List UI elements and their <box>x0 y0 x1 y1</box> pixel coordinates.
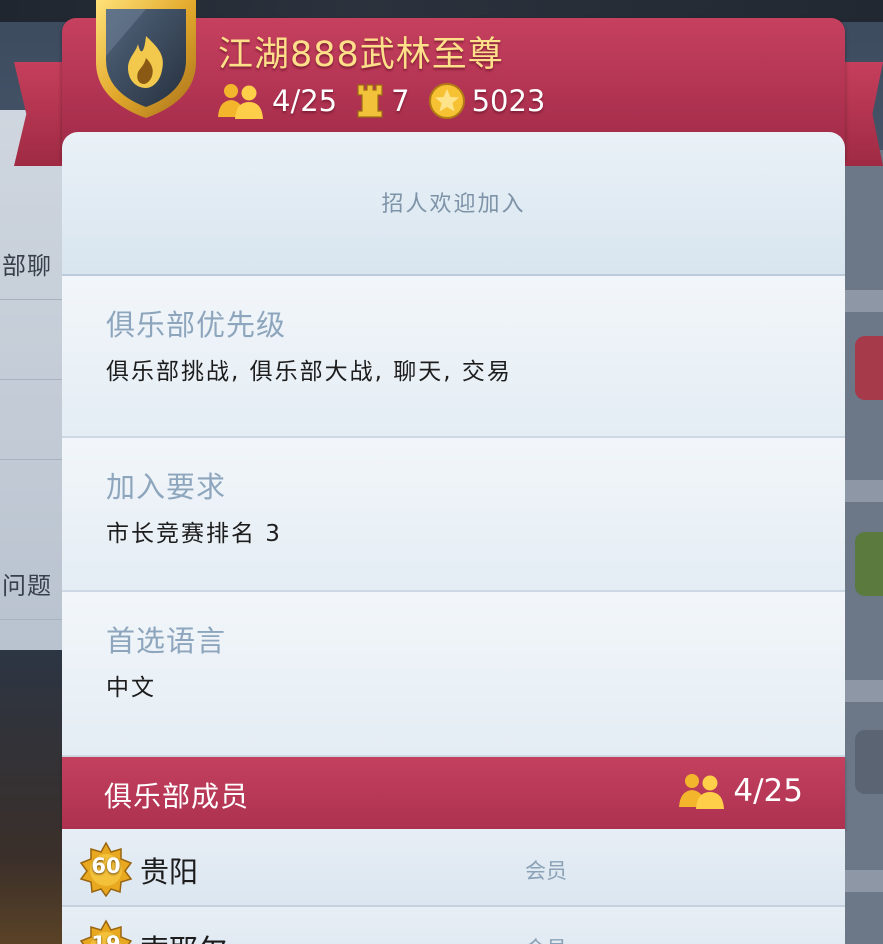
member-name: 贵阳 <box>140 855 199 889</box>
background-right-strip <box>843 290 883 312</box>
club-name: 江湖888武林至尊 <box>218 35 504 75</box>
member-level: 19 <box>91 932 121 944</box>
priority-value: 俱乐部挑战, 俱乐部大战, 聊天, 交易 <box>106 359 512 385</box>
background-left-label-chat: 部聊 <box>0 220 70 300</box>
background-left-scene <box>0 650 70 944</box>
background-left-panel: 部聊 问题 <box>0 110 70 650</box>
member-role: 会员 <box>525 859 567 883</box>
club-info-dialog: 江湖888武林至尊 4/25 7 5023 招人欢迎加入 俱乐部优先级 俱乐部挑… <box>62 0 845 944</box>
member-name: 索耶尔 <box>140 927 227 944</box>
background-right-strip <box>843 870 883 892</box>
background-gray-button <box>855 730 883 794</box>
member-row[interactable]: 19 索耶尔 会员 <box>62 907 845 944</box>
members-header: 俱乐部成员 4/25 <box>62 757 845 829</box>
language-section: 首选语言 中文 <box>62 592 845 757</box>
members-stat-value: 4/25 <box>272 84 338 118</box>
tower-icon <box>357 84 383 118</box>
requirement-title: 加入要求 <box>106 470 227 504</box>
club-stats: 4/25 7 5023 <box>216 80 563 122</box>
background-right-strip <box>843 480 883 502</box>
coin-stat-value: 5023 <box>471 84 546 118</box>
background-left-divider <box>0 380 70 460</box>
background-green-button <box>855 532 883 596</box>
level-star-icon: 19 <box>78 919 134 944</box>
background-right-panel <box>843 150 883 944</box>
background-left-divider <box>0 300 70 380</box>
members-title: 俱乐部成员 <box>104 780 250 813</box>
language-title: 首选语言 <box>106 624 227 658</box>
members-count: 4/25 <box>677 771 803 811</box>
coin-icon <box>428 83 465 119</box>
priority-title: 俱乐部优先级 <box>106 308 287 342</box>
trophy-stat: 7 <box>355 83 410 119</box>
members-stat: 4/25 <box>216 81 337 121</box>
members-count-value: 4/25 <box>733 773 803 809</box>
language-value: 中文 <box>106 675 156 701</box>
member-role: 会员 <box>525 933 567 944</box>
member-row[interactable]: 60 贵阳 会员 <box>62 829 845 907</box>
priority-section: 俱乐部优先级 俱乐部挑战, 俱乐部大战, 聊天, 交易 <box>62 276 845 438</box>
members-icon <box>218 84 263 119</box>
members-icon <box>679 774 725 809</box>
requirement-value: 市长竞赛排名 3 <box>106 521 282 547</box>
background-left-label-question: 问题 <box>0 540 70 620</box>
trophy-stat-value: 7 <box>391 84 410 118</box>
background-right-strip <box>843 680 883 702</box>
recruit-message: 招人欢迎加入 <box>62 132 845 276</box>
shield-flame-icon <box>90 0 202 122</box>
level-star-icon: 60 <box>78 841 134 898</box>
background-red-button <box>855 336 883 400</box>
requirement-section: 加入要求 市长竞赛排名 3 <box>62 438 845 592</box>
coin-stat: 5023 <box>428 82 546 120</box>
member-level: 60 <box>91 854 121 878</box>
